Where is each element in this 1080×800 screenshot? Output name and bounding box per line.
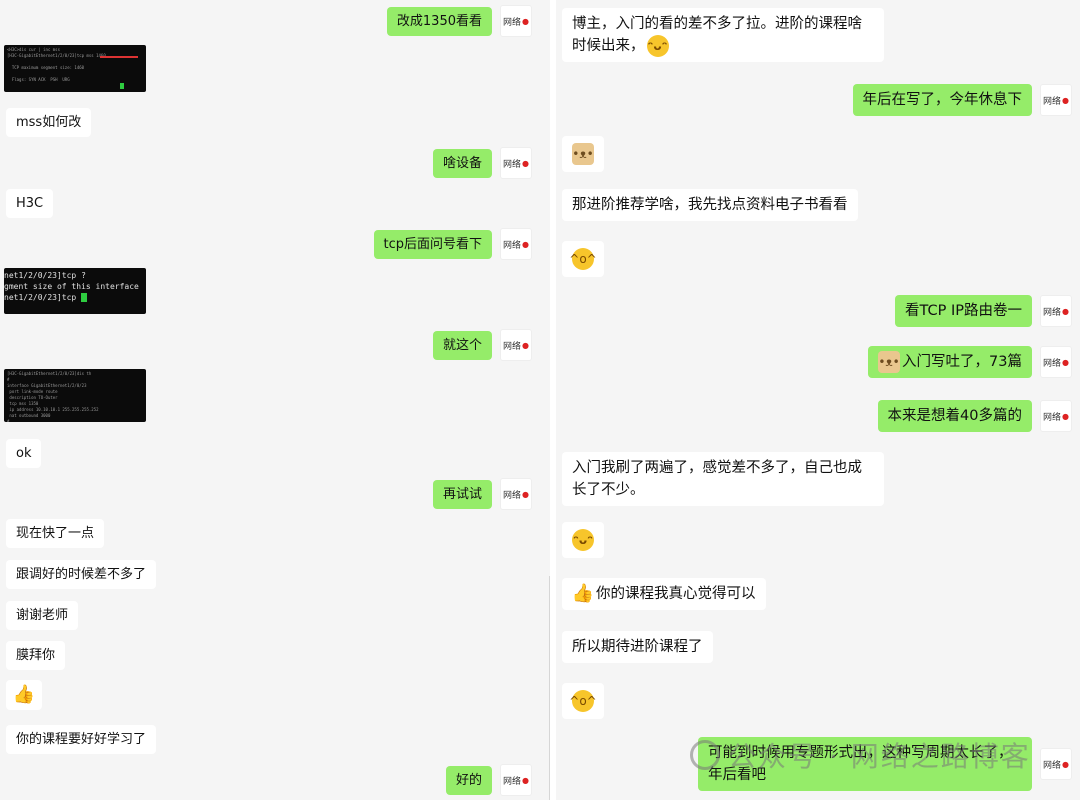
avatar[interactable]: 网络 ● xyxy=(500,5,532,37)
divider-line xyxy=(549,576,550,800)
message-bubble: 看TCP IP路由卷一 xyxy=(894,295,1032,327)
message-bubble: 谢谢老师 xyxy=(6,601,79,630)
message-bubble: 跟调好的时候差不多了 xyxy=(6,560,157,589)
incoming-message[interactable]: •ᴥ• xyxy=(562,136,604,172)
incoming-message[interactable]: 👍 xyxy=(6,680,42,710)
incoming-message[interactable]: ok xyxy=(6,439,42,468)
outgoing-message[interactable]: 看TCP IP路由卷一 网络 ● xyxy=(894,295,1072,327)
avatar[interactable]: 网络 ● xyxy=(1040,346,1072,378)
left-chat-pane: 改成1350看看 网络 ● <H3C>dis cur | inc mss [H3C… xyxy=(0,0,550,800)
right-chat-pane: 博主，入门的看的差不多了拉。进阶的课程啥时候出来， ᵔᴗᵔ 年后在写了，今年休息下… xyxy=(556,0,1080,800)
message-bubble: 膜拜你 xyxy=(6,641,66,670)
thumbs-up-icon: 👍 xyxy=(571,583,595,604)
avatar[interactable]: 网络 ● xyxy=(1040,84,1072,116)
incoming-message[interactable]: ^o^ xyxy=(562,241,604,277)
message-bubble: ok xyxy=(6,439,42,468)
message-bubble: 那进阶推荐学啥，我先找点资料电子书看看 xyxy=(562,189,858,221)
message-bubble: 可能到时候用专题形式出，这种写周期太长了，年后看吧 xyxy=(698,737,1032,791)
message-bubble: 啥设备 xyxy=(432,148,492,178)
incoming-message[interactable]: 入门我刷了两遍了，感觉差不多了，自己也成长了不少。 xyxy=(562,452,884,506)
message-bubble: 现在快了一点 xyxy=(6,519,105,548)
incoming-message[interactable]: 你的课程要好好学习了 xyxy=(6,725,157,754)
terminal-screenshot-image[interactable]: <H3C>dis cur | inc mss [H3C-GigabitEther… xyxy=(4,45,146,92)
outgoing-message[interactable]: 本来是想着40多篇的 网络 ● xyxy=(877,400,1072,432)
incoming-message[interactable]: mss如何改 xyxy=(6,108,92,137)
laughing-face-icon: ^o^ xyxy=(569,690,597,712)
message-bubble: 年后在写了，今年休息下 xyxy=(852,84,1032,116)
incoming-message[interactable]: 那进阶推荐学啥，我先找点资料电子书看看 xyxy=(562,189,858,221)
sticker-bubble: 👍 xyxy=(6,680,42,710)
message-bubble: 所以期待进阶课程了 xyxy=(562,631,713,663)
doge-face-icon: •ᴥ• xyxy=(572,143,594,165)
incoming-message[interactable]: 膜拜你 xyxy=(6,641,66,670)
avatar[interactable]: 网络 ● xyxy=(500,329,532,361)
outgoing-message[interactable]: 年后在写了，今年休息下 网络 ● xyxy=(852,84,1072,116)
message-bubble: 本来是想着40多篇的 xyxy=(877,400,1032,432)
thumbs-up-icon: 👍 xyxy=(12,684,36,705)
message-bubble: 好的 xyxy=(445,765,492,795)
avatar[interactable]: 网络 ● xyxy=(1040,295,1072,327)
incoming-message[interactable]: 谢谢老师 xyxy=(6,601,79,630)
laughing-face-icon: ^o^ xyxy=(569,248,597,270)
avatar[interactable]: 网络 ● xyxy=(1040,748,1072,780)
outgoing-message[interactable]: 就这个 网络 ● xyxy=(432,329,532,361)
terminal-screenshot-image[interactable]: net1/2/0/23]tcp ? gment size of this int… xyxy=(4,268,146,314)
avatar[interactable]: 网络 ● xyxy=(1040,400,1072,432)
message-bubble: 👍 你的课程我真心觉得可以 xyxy=(562,578,766,610)
outgoing-message[interactable]: 改成1350看看 网络 ● xyxy=(386,5,532,37)
incoming-message[interactable]: 所以期待进阶课程了 xyxy=(562,631,713,663)
doge-face-icon: •ᴥ• xyxy=(878,351,901,373)
incoming-message[interactable]: 现在快了一点 xyxy=(6,519,105,548)
incoming-message[interactable]: 博主，入门的看的差不多了拉。进阶的课程啥时候出来， ᵔᴗᵔ xyxy=(562,8,884,62)
incoming-message[interactable]: 👍 你的课程我真心觉得可以 xyxy=(562,578,766,610)
avatar[interactable]: 网络 ● xyxy=(500,228,532,260)
sticker-bubble: •ᴥ• xyxy=(562,136,604,172)
sticker-bubble: ᵔᴗᵔ xyxy=(562,522,604,558)
message-bubble: 入门我刷了两遍了，感觉差不多了，自己也成长了不少。 xyxy=(562,452,884,506)
message-bubble: 博主，入门的看的差不多了拉。进阶的课程啥时候出来， ᵔᴗᵔ xyxy=(562,8,884,62)
message-bubble: mss如何改 xyxy=(6,108,92,137)
grinning-face-icon: ᵔᴗᵔ xyxy=(572,529,594,551)
incoming-message[interactable]: ^o^ xyxy=(562,683,604,719)
message-bubble: H3C xyxy=(6,189,54,218)
cursor xyxy=(81,293,88,302)
incoming-message[interactable]: H3C xyxy=(6,189,54,218)
message-bubble: tcp后面问号看下 xyxy=(373,229,492,259)
outgoing-message[interactable]: 好的 网络 ● xyxy=(445,764,532,796)
outgoing-message[interactable]: 再试试 网络 ● xyxy=(432,478,532,510)
incoming-message[interactable]: ᵔᴗᵔ xyxy=(562,522,604,558)
incoming-message[interactable]: 跟调好的时候差不多了 xyxy=(6,560,157,589)
terminal-screenshot-image[interactable]: [H3C-GigabitEthernet1/2/0/23]dis th # in… xyxy=(4,369,146,422)
avatar[interactable]: 网络 ● xyxy=(500,764,532,796)
sticker-bubble: ^o^ xyxy=(562,241,604,277)
outgoing-message[interactable]: •ᴥ• 入门写吐了，73篇 网络 ● xyxy=(868,346,1072,378)
grinning-face-icon: ᵔᴗᵔ xyxy=(646,35,669,57)
outgoing-message[interactable]: 啥设备 网络 ● xyxy=(432,147,532,179)
message-bubble: •ᴥ• 入门写吐了，73篇 xyxy=(868,346,1032,378)
outgoing-message[interactable]: tcp后面问号看下 网络 ● xyxy=(373,228,532,260)
outgoing-message[interactable]: 可能到时候用专题形式出，这种写周期太长了，年后看吧 网络 ● xyxy=(698,737,1072,791)
sticker-bubble: ^o^ xyxy=(562,683,604,719)
avatar[interactable]: 网络 ● xyxy=(500,147,532,179)
avatar[interactable]: 网络 ● xyxy=(500,478,532,510)
message-bubble: 就这个 xyxy=(432,330,492,360)
message-bubble: 改成1350看看 xyxy=(386,6,492,36)
message-bubble: 你的课程要好好学习了 xyxy=(6,725,157,754)
message-bubble: 再试试 xyxy=(432,479,492,509)
